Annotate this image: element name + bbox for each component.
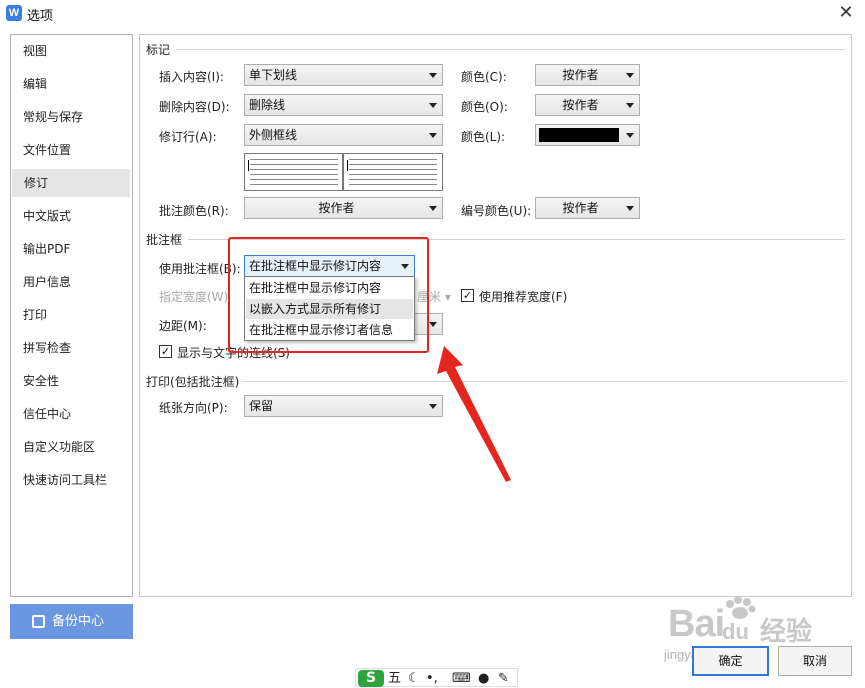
chevron-down-icon [429, 133, 437, 138]
insert-label: 插入内容(I): [159, 70, 224, 84]
markup-preview [244, 153, 443, 191]
sidebar-item-file-locations[interactable]: 文件位置 [11, 136, 132, 164]
window-title: 选项 [27, 9, 54, 24]
insert-color-select[interactable]: 按作者 [535, 64, 640, 86]
number-color-select[interactable]: 按作者 [535, 197, 640, 219]
chevron-down-icon [429, 206, 437, 211]
sidebar-item-security[interactable]: 安全性 [11, 367, 132, 395]
revision-line-label: 修订行(A): [159, 130, 217, 144]
sidebar-item-user-info[interactable]: 用户信息 [11, 268, 132, 296]
sidebar-item-export-pdf[interactable]: 输出PDF [11, 235, 132, 263]
comment-color-label: 批注颜色(R): [159, 204, 229, 218]
chevron-down-icon [429, 103, 437, 108]
punctuation-icon[interactable]: •, [426, 669, 438, 688]
moon-icon[interactable]: ☾ [408, 669, 420, 688]
number-color-label: 编号颜色(U): [461, 204, 532, 218]
section-balloons-title: 批注框 [146, 231, 187, 248]
ok-button[interactable]: 确定 [692, 646, 769, 676]
ime-toolbar: S 五 ☾ •, ⌨ ● ✎ [355, 668, 518, 687]
preview-page-left [246, 155, 342, 189]
watermark-brand: Bai [668, 603, 725, 645]
chevron-down-icon [626, 103, 634, 108]
insert-select[interactable]: 单下划线 [244, 64, 443, 86]
ime-mode-label[interactable]: 五 [388, 669, 401, 688]
chevron-down-icon [626, 206, 634, 211]
show-lines-checkbox[interactable]: ✓ [159, 345, 172, 358]
delete-color-label: 颜色(O): [461, 100, 508, 114]
revision-line-color-label: 颜色(L): [461, 130, 506, 144]
close-icon[interactable]: ✕ [835, 2, 857, 24]
revision-line-select[interactable]: 外侧框线 [244, 124, 443, 146]
section-print-title: 打印(包括批注框) [146, 373, 244, 390]
chevron-down-icon [429, 322, 437, 327]
sidebar-item-general-save[interactable]: 常规与保存 [11, 103, 132, 131]
sidebar-item-edit[interactable]: 编辑 [11, 70, 132, 98]
sidebar-item-quick-access-toolbar[interactable]: 快速访问工具栏 [11, 466, 132, 494]
sidebar-item-trust-center[interactable]: 信任中心 [11, 400, 132, 428]
recommended-width-label: 使用推荐宽度(F) [479, 290, 568, 304]
wps-logo-icon: W [6, 5, 22, 21]
user-icon[interactable]: ● [478, 669, 489, 688]
section-divider [242, 381, 845, 382]
annotation-highlight-box [228, 237, 429, 353]
delete-color-select[interactable]: 按作者 [535, 94, 640, 116]
watermark-paw-text: du [722, 619, 749, 644]
annotation-arrow-icon [437, 346, 511, 482]
chevron-down-icon [429, 73, 437, 78]
preview-page-right [345, 155, 441, 189]
watermark-cn: 经验 [760, 616, 813, 646]
sidebar-item-spelling[interactable]: 拼写检查 [11, 334, 132, 362]
delete-select[interactable]: 删除线 [244, 94, 443, 116]
delete-label: 删除内容(D): [159, 100, 230, 114]
cancel-button[interactable]: 取消 [778, 646, 852, 676]
section-markup-title: 标记 [146, 41, 175, 58]
sogou-logo-icon[interactable]: S [358, 670, 384, 687]
options-sidebar: 视图 编辑 常规与保存 文件位置 修订 中文版式 输出PDF 用户信息 打印 拼… [10, 34, 133, 597]
backup-center-button[interactable]: 备份中心 [10, 604, 133, 639]
preferred-width-label: 指定宽度(W) [159, 290, 229, 304]
chevron-down-icon [626, 73, 634, 78]
keyboard-icon[interactable]: ⌨ [452, 669, 471, 688]
backup-center-label: 备份中心 [52, 614, 105, 629]
backup-icon [32, 615, 45, 628]
sidebar-item-view[interactable]: 视图 [11, 37, 132, 65]
chevron-down-icon [626, 133, 634, 138]
wrench-icon[interactable]: ✎ [498, 669, 509, 688]
sidebar-item-customize-ribbon[interactable]: 自定义功能区 [11, 433, 132, 461]
paper-orientation-select[interactable]: 保留 [244, 395, 443, 417]
title-bar: W 选项 ✕ [0, 0, 865, 26]
comment-color-select[interactable]: 按作者 [244, 197, 443, 219]
sidebar-item-chinese-layout[interactable]: 中文版式 [11, 202, 132, 230]
revision-line-color-select[interactable] [535, 124, 640, 146]
sidebar-item-track-changes[interactable]: 修订 [12, 169, 130, 197]
color-swatch [539, 128, 619, 142]
recommended-width-checkbox[interactable]: ✓ [461, 289, 474, 302]
insert-color-label: 颜色(C): [461, 70, 507, 84]
paper-orientation-label: 纸张方向(P): [159, 401, 228, 415]
section-divider [176, 49, 845, 50]
sidebar-item-print[interactable]: 打印 [11, 301, 132, 329]
margin-label: 边距(M): [159, 319, 207, 333]
